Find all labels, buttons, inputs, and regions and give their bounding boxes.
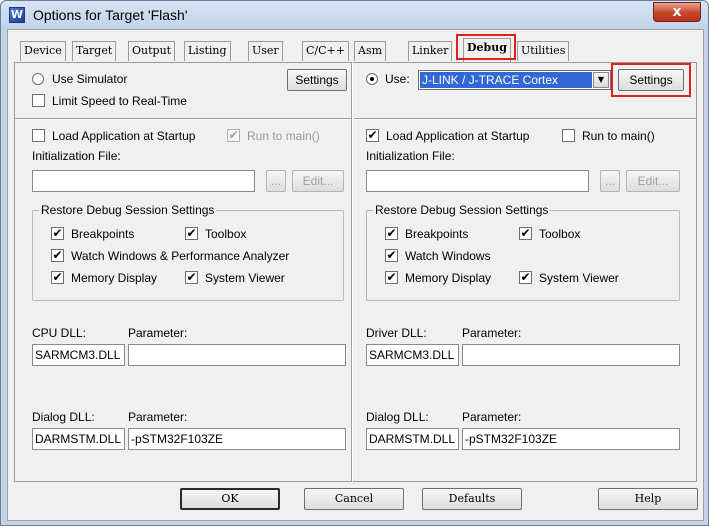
- left-load-app-label: Load Application at Startup: [52, 129, 196, 143]
- tab-output[interactable]: Output: [128, 41, 176, 61]
- right-load-app-label: Load Application at Startup: [386, 129, 530, 143]
- right-system-viewer-checkbox[interactable]: ✔: [519, 271, 532, 284]
- right-memory-checkbox[interactable]: ✔: [385, 271, 398, 284]
- debugger-select-value: J-LINK / J-TRACE Cortex: [420, 72, 592, 88]
- debugger-select[interactable]: J-LINK / J-TRACE Cortex ▼: [418, 70, 611, 90]
- right-init-file-input[interactable]: [366, 170, 589, 192]
- left-edit-button[interactable]: Edit...: [292, 170, 344, 192]
- left-dialog-dll-label: Dialog DLL:: [32, 410, 95, 424]
- limit-speed-checkbox[interactable]: [32, 94, 45, 107]
- left-toolbox-label: Toolbox: [205, 227, 247, 241]
- dialog-body: Device Target Output Listing User C/C++ …: [7, 29, 704, 521]
- left-browse-button[interactable]: ...: [266, 170, 286, 192]
- cpu-param-input[interactable]: [128, 344, 346, 366]
- driver-param-input[interactable]: [462, 344, 680, 366]
- right-dialog-dll-label: Dialog DLL:: [366, 410, 429, 424]
- left-init-file-input[interactable]: [32, 170, 255, 192]
- ok-button[interactable]: OK: [180, 488, 280, 510]
- left-watch-checkbox[interactable]: ✔: [51, 249, 64, 262]
- cancel-button[interactable]: Cancel: [304, 488, 404, 510]
- window-title: Options for Target 'Flash': [33, 7, 188, 23]
- use-debugger-label: Use:: [385, 72, 410, 86]
- left-separator: [15, 118, 351, 120]
- right-memory-label: Memory Display: [405, 271, 492, 285]
- right-breakpoints-checkbox[interactable]: ✔: [385, 227, 398, 240]
- left-dialog-dll-input[interactable]: DARMSTM.DLL: [32, 428, 125, 450]
- cpu-param-label: Parameter:: [128, 326, 188, 340]
- left-dialog-param-label: Parameter:: [128, 410, 188, 424]
- tab-listing[interactable]: Listing: [184, 41, 231, 61]
- left-watch-label: Watch Windows & Performance Analyzer: [71, 249, 290, 263]
- left-memory-label: Memory Display: [71, 271, 158, 285]
- right-run-to-main-label: Run to main(): [582, 129, 655, 143]
- app-icon: W: [9, 7, 25, 23]
- tab-asm[interactable]: Asm: [354, 41, 387, 61]
- right-restore-group-title: Restore Debug Session Settings: [373, 203, 551, 217]
- debugger-settings-button[interactable]: Settings: [618, 69, 684, 91]
- left-toolbox-checkbox[interactable]: ✔: [185, 227, 198, 240]
- right-load-app-checkbox[interactable]: ✔: [366, 129, 379, 142]
- simulator-settings-button[interactable]: Settings: [287, 69, 347, 91]
- right-system-viewer-label: System Viewer: [539, 271, 619, 285]
- tab-device[interactable]: Device: [20, 41, 66, 61]
- driver-dll-label: Driver DLL:: [366, 326, 427, 340]
- options-dialog: W Options for Target 'Flash' x Device Ta…: [0, 0, 709, 526]
- defaults-button[interactable]: Defaults: [422, 488, 522, 510]
- left-system-viewer-checkbox[interactable]: ✔: [185, 271, 198, 284]
- right-init-file-label: Initialization File:: [366, 149, 455, 163]
- tab-utilities[interactable]: Utilities: [517, 41, 570, 61]
- tab-c-cpp[interactable]: C/C++: [302, 41, 349, 61]
- cpu-dll-label: CPU DLL:: [32, 326, 87, 340]
- right-toolbox-label: Toolbox: [539, 227, 581, 241]
- right-separator: [354, 118, 696, 120]
- left-dialog-param-input[interactable]: -pSTM32F103ZE: [128, 428, 346, 450]
- right-run-to-main-checkbox[interactable]: [562, 129, 575, 142]
- driver-dll-input[interactable]: SARMCM3.DLL: [366, 344, 459, 366]
- right-toolbox-checkbox[interactable]: ✔: [519, 227, 532, 240]
- right-watch-checkbox[interactable]: ✔: [385, 249, 398, 262]
- left-restore-group-title: Restore Debug Session Settings: [39, 203, 217, 217]
- tab-user[interactable]: User: [248, 41, 283, 61]
- left-breakpoints-label: Breakpoints: [71, 227, 135, 241]
- right-browse-button[interactable]: ...: [600, 170, 620, 192]
- left-init-file-label: Initialization File:: [32, 149, 121, 163]
- use-simulator-radio[interactable]: [32, 73, 44, 85]
- left-memory-checkbox[interactable]: ✔: [51, 271, 64, 284]
- cpu-dll-input[interactable]: SARMCM3.DLL: [32, 344, 125, 366]
- left-breakpoints-checkbox[interactable]: ✔: [51, 227, 64, 240]
- right-dialog-param-label: Parameter:: [462, 410, 522, 424]
- chevron-down-icon[interactable]: ▼: [593, 72, 609, 88]
- right-dialog-dll-input[interactable]: DARMSTM.DLL: [366, 428, 459, 450]
- right-dialog-param-input[interactable]: -pSTM32F103ZE: [462, 428, 680, 450]
- left-run-to-main-checkbox[interactable]: ✔: [227, 129, 240, 142]
- title-bar[interactable]: W Options for Target 'Flash' x: [1, 1, 708, 29]
- close-button[interactable]: x: [653, 2, 701, 22]
- tab-target[interactable]: Target: [72, 41, 117, 61]
- tab-debug[interactable]: Debug: [463, 38, 511, 62]
- tab-linker[interactable]: Linker: [408, 41, 453, 61]
- help-button[interactable]: Help: [598, 488, 698, 510]
- driver-param-label: Parameter:: [462, 326, 522, 340]
- right-breakpoints-label: Breakpoints: [405, 227, 469, 241]
- left-system-viewer-label: System Viewer: [205, 271, 285, 285]
- left-load-app-checkbox[interactable]: [32, 129, 45, 142]
- right-edit-button[interactable]: Edit...: [626, 170, 680, 192]
- use-simulator-label: Use Simulator: [52, 72, 128, 86]
- use-debugger-radio[interactable]: [366, 73, 378, 85]
- right-watch-label: Watch Windows: [405, 249, 491, 263]
- limit-speed-label: Limit Speed to Real-Time: [52, 94, 187, 108]
- panel-divider: [351, 62, 353, 482]
- left-run-to-main-label: Run to main(): [247, 129, 320, 143]
